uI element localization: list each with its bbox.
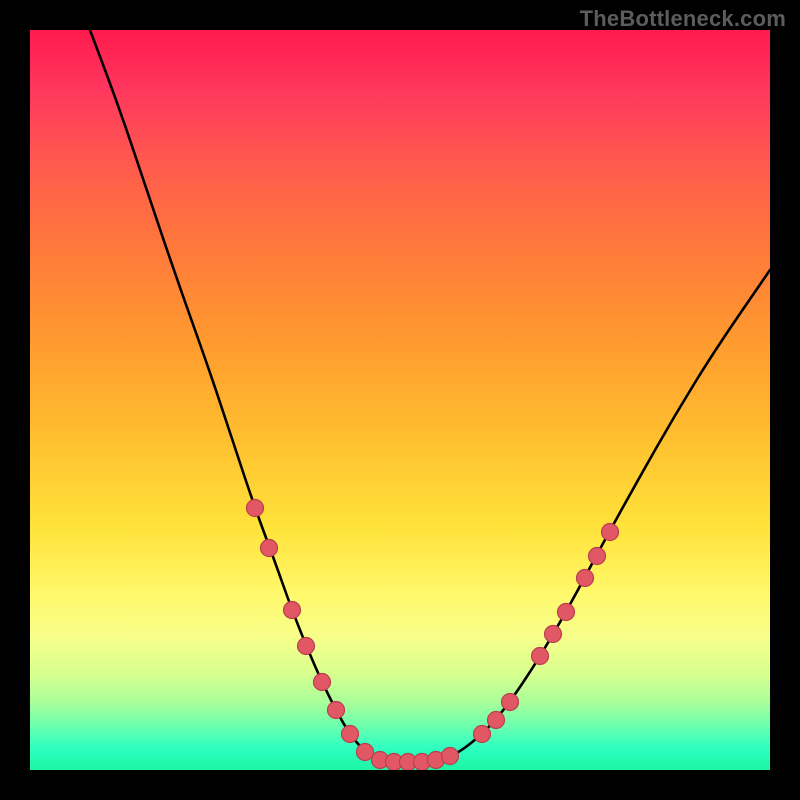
data-marker <box>502 694 519 711</box>
data-marker <box>357 744 374 761</box>
data-marker <box>532 648 549 665</box>
data-marker <box>314 674 331 691</box>
data-marker <box>577 570 594 587</box>
data-marker <box>442 748 459 765</box>
data-marker <box>545 626 562 643</box>
data-marker <box>558 604 575 621</box>
data-marker <box>589 548 606 565</box>
data-marker <box>284 602 301 619</box>
plot-area <box>30 30 770 770</box>
bottleneck-curve-svg <box>30 30 770 770</box>
data-marker <box>261 540 278 557</box>
data-marker <box>602 524 619 541</box>
data-marker <box>247 500 264 517</box>
data-marker <box>328 702 345 719</box>
chart-frame: TheBottleneck.com <box>0 0 800 800</box>
data-marker <box>474 726 491 743</box>
data-marker <box>298 638 315 655</box>
watermark-text: TheBottleneck.com <box>580 6 786 32</box>
data-marker <box>488 712 505 729</box>
data-marker <box>342 726 359 743</box>
bottleneck-curve-path <box>90 30 770 762</box>
